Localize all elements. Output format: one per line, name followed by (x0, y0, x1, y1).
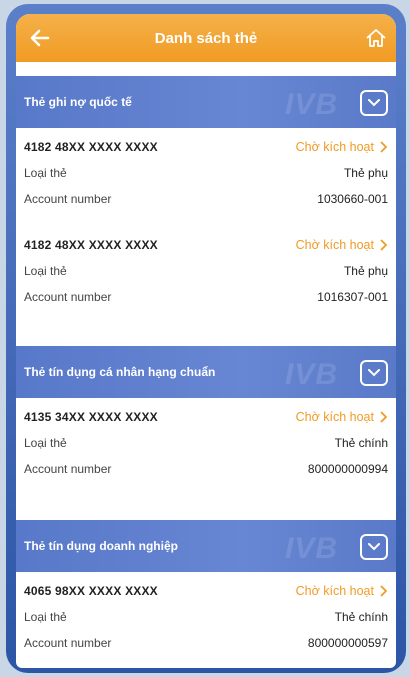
chevron-right-icon (380, 585, 388, 597)
expand-toggle[interactable] (360, 90, 388, 116)
chevron-down-icon (368, 99, 380, 107)
section-header-credit-business[interactable]: Thẻ tín dụng doanh nghiệp IVB (16, 520, 396, 572)
section-title: Thẻ tín dụng cá nhân hạng chuẩn (24, 365, 216, 379)
card-item[interactable]: 4065 98XX XXXX XXXX Chờ kích hoạt Loại t… (16, 572, 396, 668)
back-button[interactable] (26, 24, 54, 52)
card-type-value: Thẻ phụ (343, 264, 388, 278)
account-number-value: 1016307-001 (317, 290, 388, 304)
section-title: Thẻ tín dụng doanh nghiệp (24, 539, 178, 553)
card-number: 4065 98XX XXXX XXXX (24, 584, 158, 598)
device-frame: Danh sách thẻ Thẻ ghi nợ quốc tế IVB 418… (6, 4, 406, 673)
account-number-label: Account number (24, 636, 112, 650)
card-type-value: Thẻ chính (334, 436, 388, 450)
chevron-right-icon (380, 239, 388, 251)
arrow-left-icon (30, 29, 50, 47)
card-type-label: Loại thẻ (24, 610, 67, 624)
card-item[interactable]: 4135 34XX XXXX XXXX Chờ kích hoạt Loại t… (16, 398, 396, 500)
card-type-label: Loại thẻ (24, 264, 67, 278)
home-button[interactable] (362, 24, 390, 52)
chevron-right-icon (380, 141, 388, 153)
card-type-value: Thẻ chính (334, 610, 388, 624)
expand-toggle[interactable] (360, 534, 388, 560)
chevron-down-icon (368, 543, 380, 551)
status-link[interactable]: Chờ kích hoạt (296, 238, 388, 252)
page-title: Danh sách thẻ (154, 29, 258, 47)
screen: Danh sách thẻ Thẻ ghi nợ quốc tế IVB 418… (16, 14, 396, 668)
card-item[interactable]: 4182 48XX XXXX XXXX Chờ kích hoạt Loại t… (16, 128, 396, 230)
chevron-down-icon (368, 369, 380, 377)
section-header-credit-personal[interactable]: Thẻ tín dụng cá nhân hạng chuẩn IVB (16, 346, 396, 398)
status-label: Chờ kích hoạt (295, 140, 374, 154)
account-number-label: Account number (24, 290, 112, 304)
expand-toggle[interactable] (360, 360, 388, 386)
card-type-label: Loại thẻ (24, 166, 67, 180)
status-link[interactable]: Chờ kích hoạt (296, 410, 388, 424)
watermark-logo: IVB (284, 532, 338, 565)
card-number: 4182 48XX XXXX XXXX (24, 140, 158, 154)
watermark-logo: IVB (284, 358, 338, 391)
card-number: 4135 34XX XXXX XXXX (24, 410, 158, 424)
account-number-value: 800000000994 (307, 462, 388, 476)
card-type-label: Loại thẻ (24, 436, 67, 450)
account-number-value: 800000000597 (307, 636, 388, 650)
status-label: Chờ kích hoạt (295, 410, 374, 424)
card-type-value: Thẻ phụ (343, 166, 388, 180)
status-label: Chờ kích hoạt (295, 238, 374, 252)
spacer (16, 62, 396, 76)
status-link[interactable]: Chờ kích hoạt (296, 584, 388, 598)
account-number-label: Account number (24, 192, 112, 206)
watermark-logo: IVB (284, 88, 338, 121)
account-number-label: Account number (24, 462, 112, 476)
chevron-right-icon (380, 411, 388, 423)
card-item[interactable]: 4182 48XX XXXX XXXX Chờ kích hoạt Loại t… (16, 230, 396, 328)
home-icon (366, 29, 386, 47)
status-link[interactable]: Chờ kích hoạt (296, 140, 388, 154)
status-label: Chờ kích hoạt (295, 584, 374, 598)
section-title: Thẻ ghi nợ quốc tế (24, 95, 132, 109)
top-bar: Danh sách thẻ (16, 14, 396, 62)
card-number: 4182 48XX XXXX XXXX (24, 238, 158, 252)
section-header-debit-international[interactable]: Thẻ ghi nợ quốc tế IVB (16, 76, 396, 128)
account-number-value: 1030660-001 (317, 192, 388, 206)
